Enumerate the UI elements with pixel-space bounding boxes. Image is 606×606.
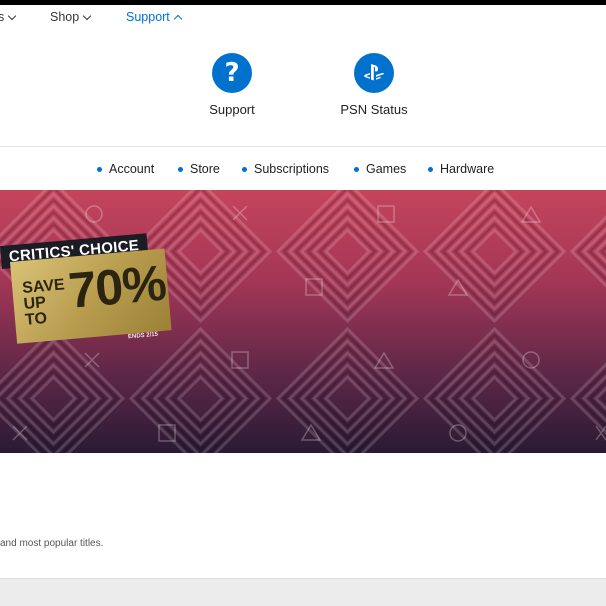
support-link[interactable]: ? Support xyxy=(182,53,282,117)
subnav-item-label: Store xyxy=(190,162,220,176)
nav-item-label: Shop xyxy=(50,10,80,24)
support-dropdown: ? Support PSN Status xyxy=(0,29,606,147)
subnav-item-label: Account xyxy=(109,162,155,176)
description-text: and most popular titles. xyxy=(0,538,104,549)
discount-badge: SAVE UP TO 70% xyxy=(10,248,172,344)
content-area: and most popular titles. xyxy=(0,453,606,578)
psn-status-link-label: PSN Status xyxy=(340,102,408,117)
subnav-item-store[interactable]: Store xyxy=(178,162,220,176)
chevron-up-icon xyxy=(173,14,183,23)
question-icon: ? xyxy=(212,53,252,93)
playstation-icon xyxy=(354,53,394,93)
nav-item-games[interactable]: s xyxy=(0,10,17,24)
nav-item-support[interactable]: Support xyxy=(126,10,183,24)
subnav-item-label: Games xyxy=(366,162,407,176)
top-navigation: s Shop Support xyxy=(0,5,606,29)
discount-value: 70% xyxy=(66,254,168,319)
footer-strip xyxy=(0,578,606,606)
nav-item-label: s xyxy=(0,10,5,24)
save-up-to-label: SAVE UP TO xyxy=(21,276,66,329)
subnav-item-label: Subscriptions xyxy=(254,162,330,176)
bullet-dot-icon xyxy=(97,166,102,172)
nav-item-label: Support xyxy=(126,10,170,24)
chevron-down-icon xyxy=(8,11,17,20)
subnav-item-subscriptions[interactable]: Subscriptions xyxy=(242,162,329,176)
subnav-item-label: Hardware xyxy=(440,162,495,176)
psn-status-link[interactable]: PSN Status xyxy=(324,53,424,117)
nav-item-shop[interactable]: Shop xyxy=(50,10,92,24)
bullet-dot-icon xyxy=(242,166,247,172)
bullet-dot-icon xyxy=(428,166,433,172)
bullet-dot-icon xyxy=(178,166,183,172)
support-link-label: Support xyxy=(209,102,255,117)
bullet-dot-icon xyxy=(354,166,359,172)
subnav-item-games[interactable]: Games xyxy=(354,162,406,176)
subnav-item-hardware[interactable]: Hardware xyxy=(428,162,494,176)
subnav-item-account[interactable]: Account xyxy=(97,162,154,176)
chevron-down-icon xyxy=(82,11,92,20)
secondary-navigation: Account Store Subscriptions Games Hardwa… xyxy=(0,148,606,190)
